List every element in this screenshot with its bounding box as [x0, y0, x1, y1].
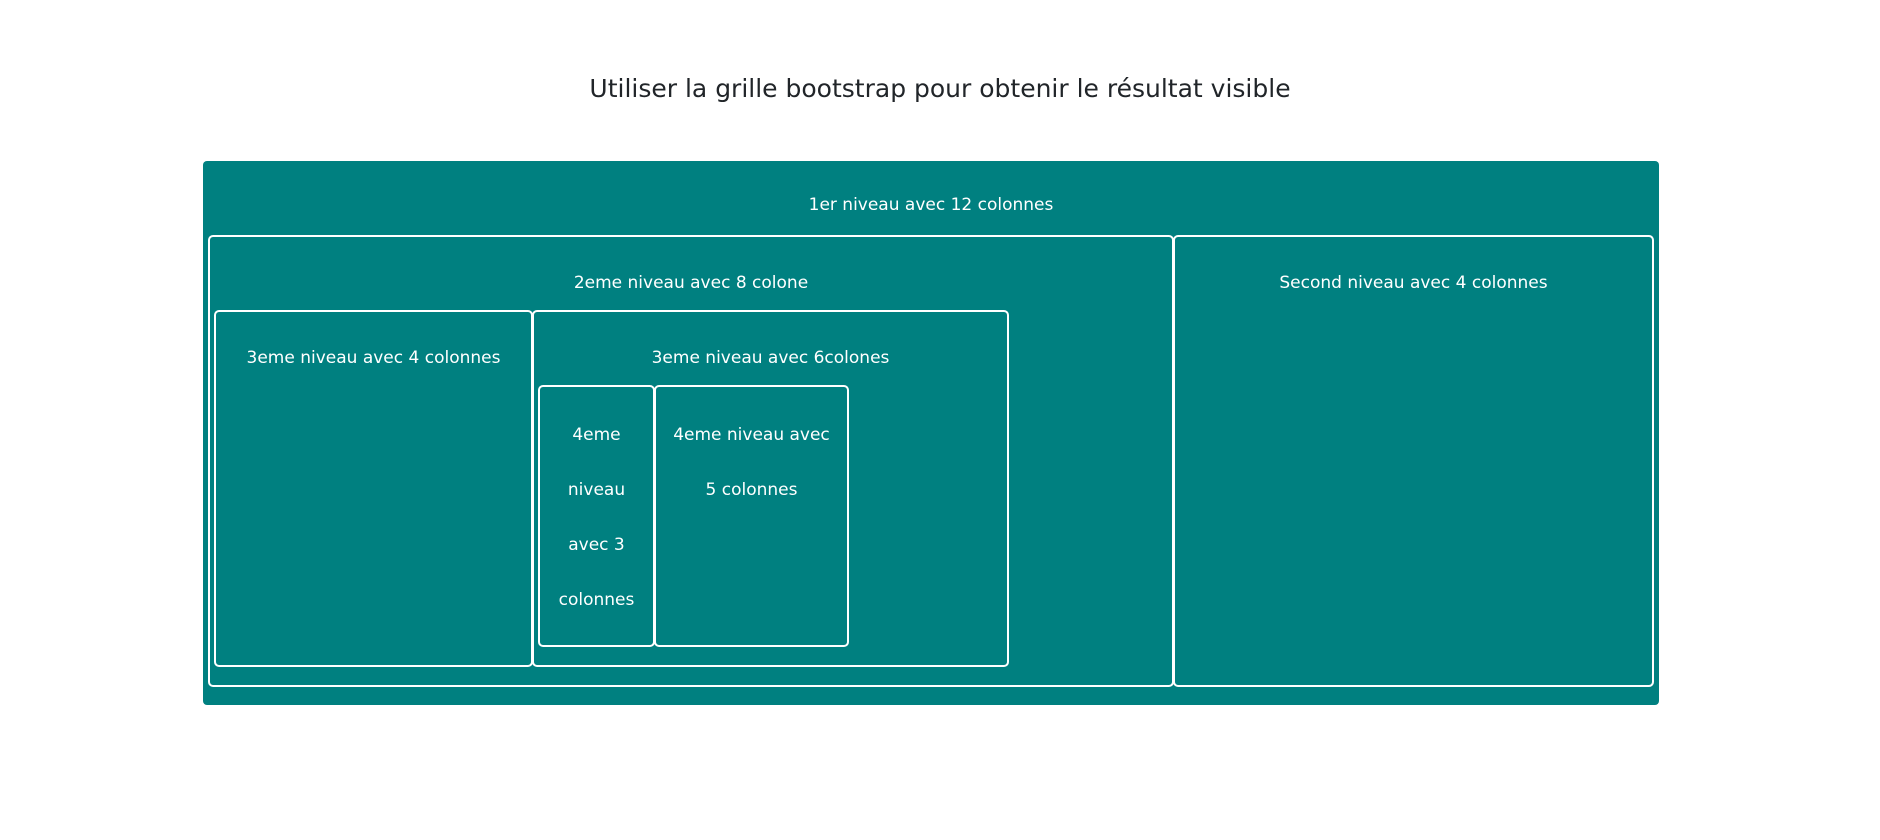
level4-left-line: niveau [567, 480, 626, 500]
level4-left-col: 4eme niveau avec 3 colonnes [538, 385, 655, 647]
level4-right-col: 4eme niveau avec 5 colonnes [654, 385, 849, 647]
level1-container: 1er niveau avec 12 colonnes 2eme niveau … [203, 161, 1659, 705]
level2-left-col: 2eme niveau avec 8 colone 3eme niveau av… [208, 235, 1174, 687]
level4-left-line: avec 3 [568, 535, 625, 555]
level4-right-label: 4eme niveau avec 5 colonnes [656, 408, 847, 518]
level2-right-label: Second niveau avec 4 colonnes [1279, 273, 1548, 293]
page-title: Utiliser la grille bootstrap pour obteni… [589, 74, 1291, 103]
level3-left-col: 3eme niveau avec 4 colonnes [214, 310, 533, 667]
level2-left-label: 2eme niveau avec 8 colone [573, 273, 809, 293]
level4-left-label: 4eme niveau avec 3 colonnes [540, 408, 653, 628]
level4-right-line: 5 colonnes [705, 480, 798, 500]
level1-label: 1er niveau avec 12 colonnes [808, 195, 1054, 215]
level4-left-line: 4eme [572, 425, 621, 445]
level3-right-col: 3eme niveau avec 6colones 4eme niveau av… [532, 310, 1009, 667]
level3-left-label: 3eme niveau avec 4 colonnes [246, 348, 501, 368]
level2-right-col: Second niveau avec 4 colonnes [1173, 235, 1654, 687]
level3-right-label: 3eme niveau avec 6colones [651, 348, 890, 368]
level4-right-line: 4eme niveau avec [673, 425, 830, 445]
level4-left-line: colonnes [558, 590, 635, 610]
